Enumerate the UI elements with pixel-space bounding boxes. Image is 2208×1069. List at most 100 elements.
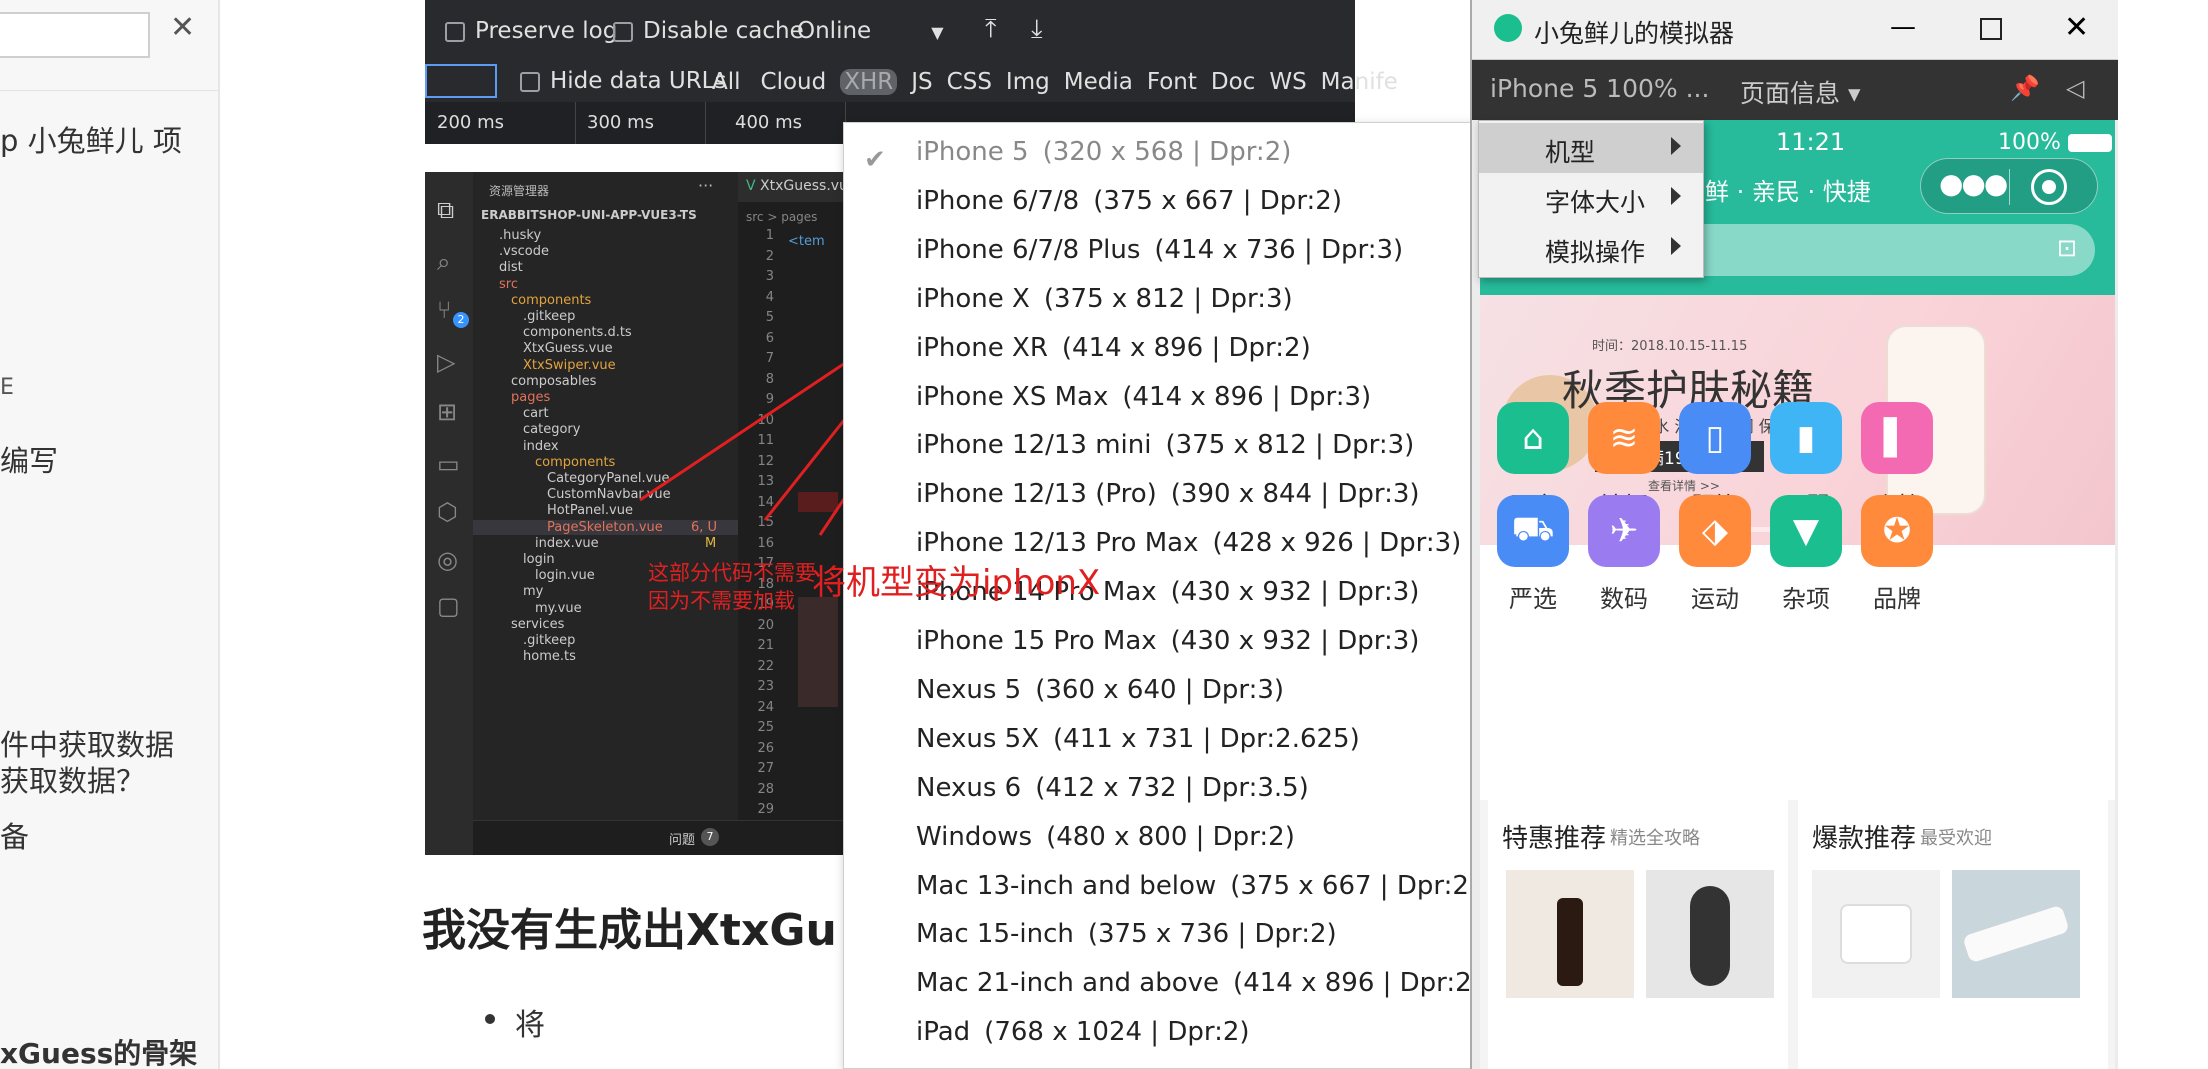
device-spec: (412 x 732 | Dpr:3.5) bbox=[1035, 772, 1309, 803]
tag-icon: ⬗ bbox=[1679, 495, 1751, 567]
volume-icon[interactable]: ◁ bbox=[2066, 74, 2084, 102]
panel-title: 爆款推荐 bbox=[1812, 824, 1917, 854]
device-spec: (414 x 896 | Dpr:2) bbox=[1233, 968, 1478, 999]
pin-icon[interactable]: 📌 bbox=[2010, 74, 2040, 102]
bookmark-icon: ▼ bbox=[1770, 495, 1842, 567]
device-spec: (360 x 640 | Dpr:3) bbox=[1035, 674, 1285, 705]
category-tag[interactable]: ⬗ 运动 bbox=[1670, 495, 1760, 614]
remote-control-image[interactable] bbox=[1646, 870, 1774, 998]
menu-item-simulate[interactable]: 模拟操作 bbox=[1479, 223, 1703, 273]
device-label: iPhone 5 (320 x 568 | Dpr:2) bbox=[916, 137, 1291, 167]
device-option[interactable]: iPhone 6/7/8 Plus (414 x 736 | Dpr:3) bbox=[844, 231, 1477, 277]
device-option[interactable]: Mac 13-inch and below (375 x 667 | Dpr:2) bbox=[844, 867, 1478, 913]
device-option[interactable]: Nexus 6 (412 x 732 | Dpr:3.5) bbox=[844, 769, 1477, 815]
device-name: Mac 15-inch bbox=[916, 919, 1074, 950]
device-spec: (414 x 896 | Dpr:3) bbox=[1122, 381, 1372, 412]
device-option[interactable]: iPad (768 x 1024 | Dpr:2) bbox=[844, 1013, 1477, 1059]
category-bookmark[interactable]: ▼ 杂项 bbox=[1761, 495, 1851, 614]
menu-item-device[interactable]: 机型 bbox=[1479, 123, 1703, 173]
device-name: Nexus 6 bbox=[916, 772, 1022, 803]
submenu-arrow-icon bbox=[1671, 237, 1681, 255]
device-spec: (414 x 896 | Dpr:2) bbox=[1061, 332, 1311, 363]
device-name: iPad bbox=[916, 1017, 971, 1048]
menu-item-font-size[interactable]: 字体大小 bbox=[1479, 173, 1703, 223]
category-label: 运动 bbox=[1691, 585, 1739, 613]
device-option[interactable]: iPad Pro 10.5-inch(834 x 1112 | Dpr:2) bbox=[844, 1062, 1477, 1068]
device-label: Mac 13-inch and below (375 x 667 | Dpr:2) bbox=[916, 870, 1478, 901]
device-option[interactable]: Nexus 5 (360 x 640 | Dpr:3) bbox=[844, 671, 1477, 717]
simulator-context-menu: 机型 字体大小 模拟操作 bbox=[1478, 120, 1704, 278]
device-name: iPhone 6/7/8 Plus bbox=[916, 234, 1141, 265]
device-option[interactable]: Nexus 5X (411 x 731 | Dpr:2.625) bbox=[844, 720, 1477, 766]
submenu-arrow-icon bbox=[1671, 187, 1681, 205]
device-option[interactable]: iPhone 12/13 (Pro) (390 x 844 | Dpr:3) bbox=[844, 475, 1477, 521]
device-name: iPhone 6/7/8 bbox=[916, 185, 1080, 216]
device-option[interactable]: iPhone 15 Pro Max (430 x 932 | Dpr:3) bbox=[844, 622, 1477, 668]
check-icon: ✔ bbox=[864, 145, 886, 175]
page-info-menu[interactable]: 页面信息 ▾ bbox=[1740, 74, 1861, 110]
bottle-icon: ▮ bbox=[1770, 402, 1842, 474]
device-spec: (414 x 736 | Dpr:3) bbox=[1154, 234, 1404, 265]
hot-panel-special[interactable]: 特惠推荐 精选全攻略 bbox=[1488, 800, 1788, 1069]
device-option[interactable]: iPhone XR (414 x 896 | Dpr:2) bbox=[844, 329, 1477, 375]
device-label: Mac 21-inch and above (414 x 896 | Dpr:2) bbox=[916, 968, 1478, 999]
device-option[interactable]: Mac 15-inch (375 x 736 | Dpr:2) bbox=[844, 915, 1477, 961]
more-dots-icon[interactable]: ●●● bbox=[1939, 167, 2008, 200]
device-label: iPhone 12/13 (Pro) (390 x 844 | Dpr:3) bbox=[916, 479, 1420, 509]
battery-icon bbox=[2067, 134, 2112, 152]
close-miniapp-icon[interactable] bbox=[2031, 169, 2067, 205]
banner-date: 时间：2018.10.15-11.15 bbox=[1592, 339, 1748, 354]
device-name: Nexus 5 bbox=[916, 674, 1022, 705]
device-spec: (375 x 812 | Dpr:3) bbox=[1043, 283, 1293, 314]
device-spec: (411 x 731 | Dpr:2.625) bbox=[1053, 723, 1360, 754]
power-socket-image[interactable] bbox=[1812, 870, 1940, 998]
device-name: Mac 13-inch and below bbox=[916, 870, 1217, 901]
device-spec: (375 x 667 | Dpr:2) bbox=[1093, 185, 1342, 216]
device-label: Mac 15-inch (375 x 736 | Dpr:2) bbox=[916, 919, 1337, 949]
article-bullet: 将 bbox=[485, 1000, 545, 1044]
device-label: iPhone XR (414 x 896 | Dpr:2) bbox=[916, 333, 1311, 363]
scan-icon[interactable]: ⊡ bbox=[2057, 234, 2077, 262]
device-label: Nexus 6 (412 x 732 | Dpr:3.5) bbox=[916, 773, 1309, 803]
plane-icon: ✈ bbox=[1588, 495, 1660, 567]
device-select[interactable]: iPhone 5 100% ... bbox=[1490, 74, 1709, 103]
annotation-text: 因为不需要加载 bbox=[648, 589, 795, 613]
device-label: Windows (480 x 800 | Dpr:2) bbox=[916, 822, 1295, 852]
device-option[interactable]: Mac 21-inch and above (414 x 896 | Dpr:2) bbox=[844, 964, 1478, 1010]
simulator-titlebar: 小兔鲜儿的模拟器 — ✕ bbox=[1472, 0, 2118, 60]
annotation-text: 这部分代码不需要 bbox=[648, 561, 816, 585]
device-name: iPhone 12/13 (Pro) bbox=[916, 479, 1157, 510]
battery-label: 100% bbox=[1998, 130, 2112, 155]
simulator-title: 小兔鲜儿的模拟器 bbox=[1534, 19, 1735, 48]
hot-panel-popular[interactable]: 爆款推荐 最受欢迎 bbox=[1798, 800, 2108, 1069]
device-spec: (375 x 667 | Dpr:2) bbox=[1230, 870, 1478, 901]
wine-bottle-image[interactable] bbox=[1506, 870, 1634, 998]
power-strip-image[interactable] bbox=[1952, 870, 2080, 998]
status-time: 11:21 bbox=[1776, 128, 1846, 156]
maximize-icon[interactable] bbox=[1980, 18, 2002, 40]
device-option[interactable]: iPhone X (375 x 812 | Dpr:3) bbox=[844, 280, 1477, 326]
category-label: 严选 bbox=[1509, 585, 1557, 613]
device-name: iPhone 12/13 Pro Max bbox=[916, 528, 1199, 559]
category-label: 品牌 bbox=[1873, 585, 1921, 613]
device-spec: (375 x 812 | Dpr:3) bbox=[1165, 430, 1415, 461]
device-name: iPhone XR bbox=[916, 332, 1048, 363]
device-option[interactable]: Windows (480 x 800 | Dpr:2) bbox=[844, 818, 1477, 864]
device-spec: (428 x 926 | Dpr:3) bbox=[1212, 528, 1462, 559]
device-option[interactable]: iPhone 12/13 mini (375 x 812 | Dpr:3) bbox=[844, 426, 1477, 472]
device-option[interactable]: ✔ iPhone 5 (320 x 568 | Dpr:2) bbox=[844, 133, 1477, 179]
device-option[interactable]: iPhone XS Max (414 x 896 | Dpr:3) bbox=[844, 378, 1477, 424]
category-plane[interactable]: ✈ 数码 bbox=[1579, 495, 1669, 614]
home-icon: ⌂ bbox=[1497, 402, 1569, 474]
award-icon: ✪ bbox=[1861, 495, 1933, 567]
device-option[interactable]: iPhone 6/7/8 (375 x 667 | Dpr:2) bbox=[844, 182, 1477, 228]
phone-icon: ▯ bbox=[1679, 402, 1751, 474]
minimize-icon[interactable]: — bbox=[1890, 12, 1916, 42]
device-spec: (320 x 568 | Dpr:2) bbox=[1042, 137, 1292, 167]
device-label: iPhone 6/7/8 Plus (414 x 736 | Dpr:3) bbox=[916, 235, 1403, 265]
device-name: iPhone 12/13 mini bbox=[916, 430, 1152, 461]
category-award[interactable]: ✪ 品牌 bbox=[1852, 495, 1942, 614]
app-logo-icon bbox=[1494, 14, 1522, 42]
category-car[interactable]: ⛟ 严选 bbox=[1488, 495, 1578, 614]
close-icon[interactable]: ✕ bbox=[2064, 10, 2089, 45]
